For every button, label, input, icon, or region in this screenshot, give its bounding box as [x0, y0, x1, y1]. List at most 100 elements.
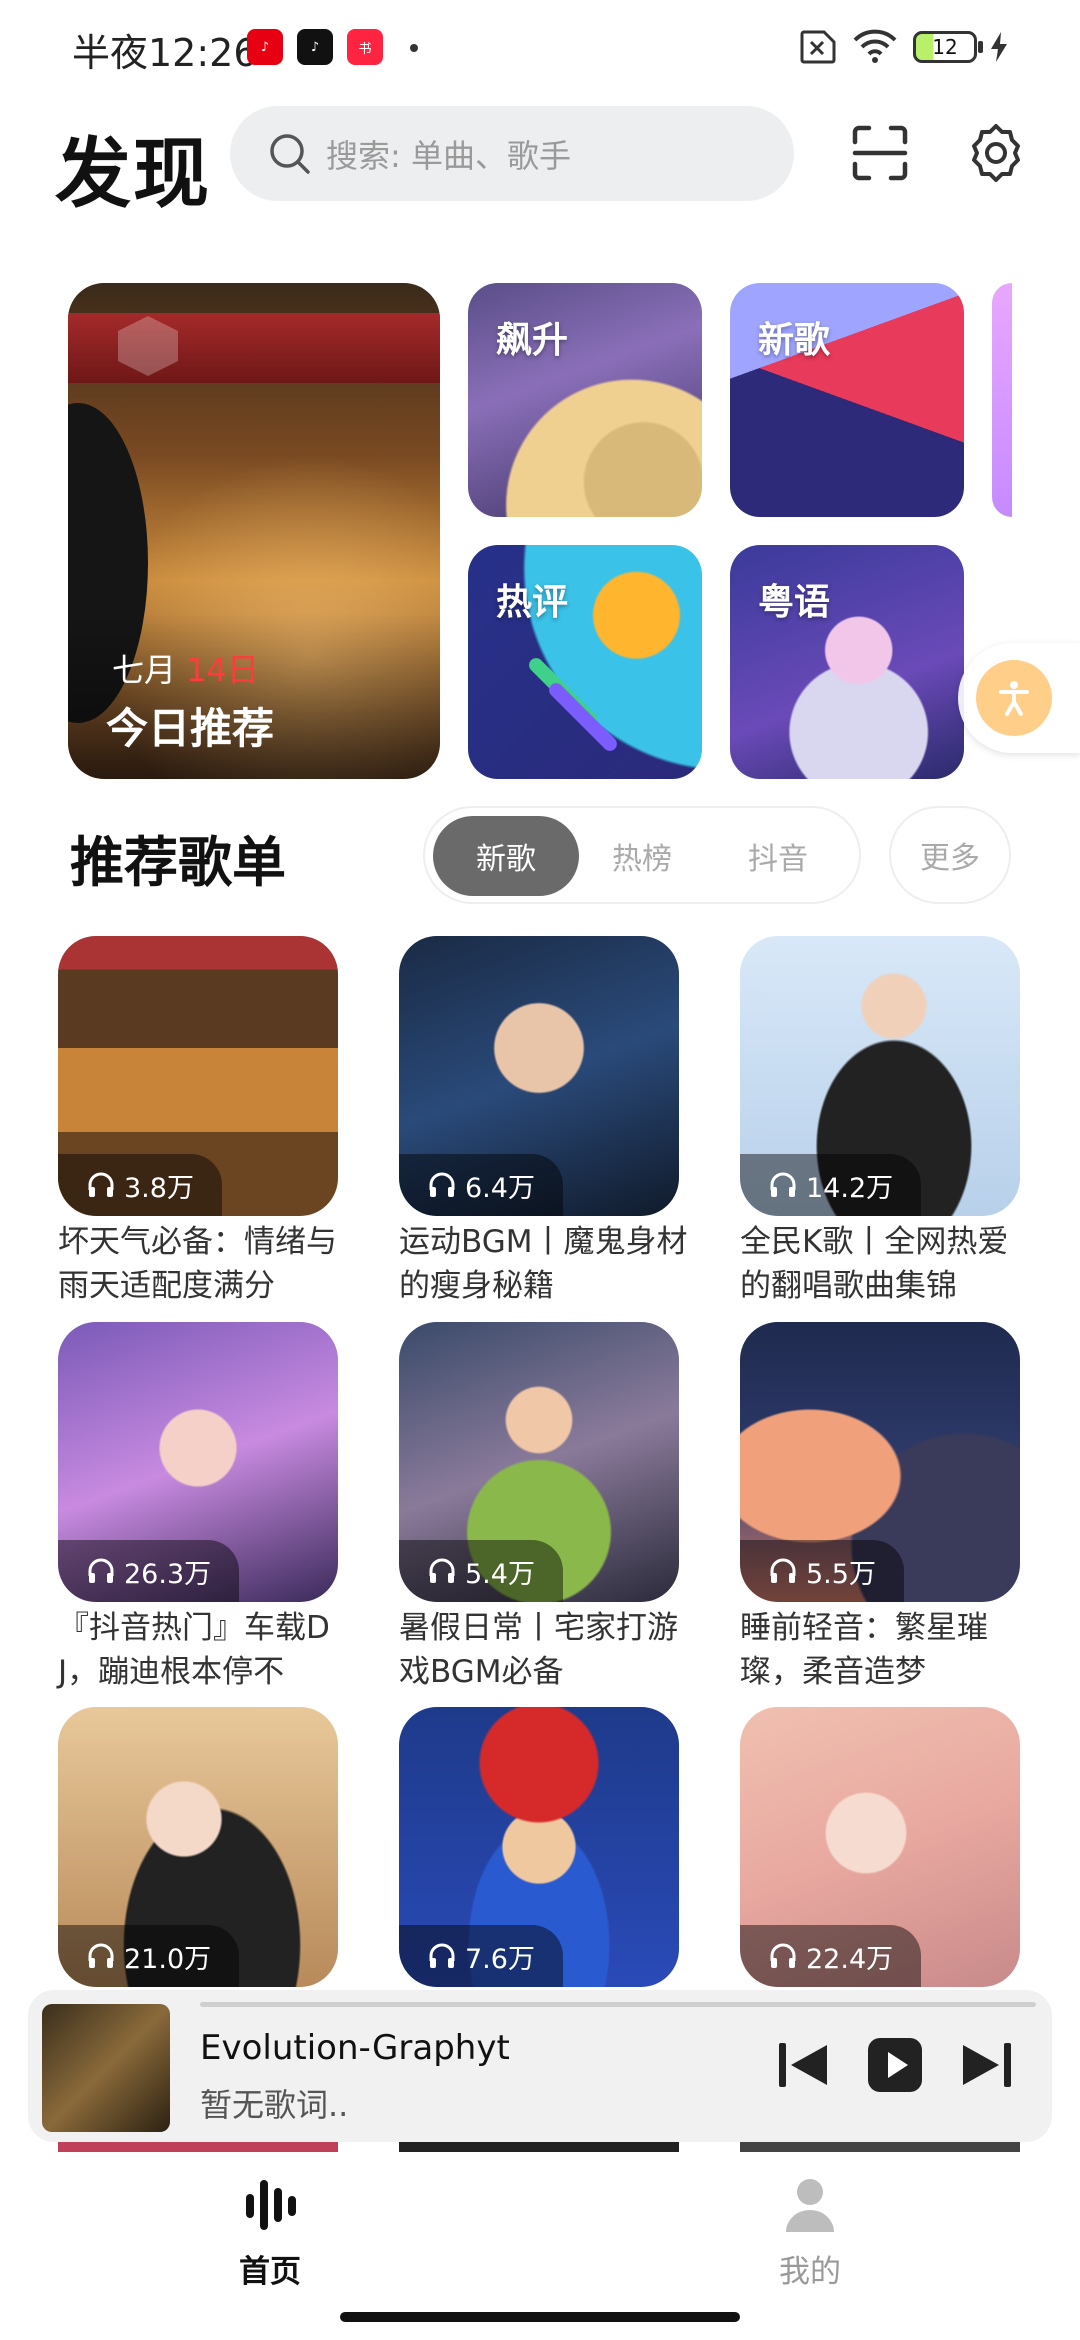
recommend-date: 七月 14日 [112, 645, 259, 691]
playlist-title: 全民K歌丨全网热爱的翻唱歌曲集锦 [740, 1224, 1009, 1304]
play-count-badge: 21.0万 [58, 1925, 240, 1987]
battery-icon: 12 [913, 31, 977, 63]
playlist-title: 运动BGM丨魔鬼身材的瘦身秘籍 [399, 1224, 688, 1304]
hot-comments-tile[interactable]: 热评 [468, 545, 702, 779]
status-time: 半夜12:26 [72, 31, 258, 75]
xiaohongshu-badge: 书 [347, 29, 383, 65]
playlist-title: 『抖音热门』车载DJ，蹦迪根本停不 [58, 1610, 330, 1690]
now-playing-cover[interactable] [42, 2004, 170, 2132]
now-playing-title: Evolution-Graphyt [200, 2028, 510, 2068]
tab-douyin[interactable]: 抖音 [705, 816, 851, 896]
playlist-card[interactable]: 5.5万 睡前轻音：繁星璀璨，柔音造梦 [740, 1322, 1020, 1742]
recommend-day: 14日 [186, 651, 259, 689]
nav-label-mine: 我的 [779, 2254, 841, 2290]
scan-button[interactable] [848, 121, 912, 185]
no-sim-icon [800, 30, 836, 64]
decor-stripe [546, 680, 620, 754]
charging-icon [991, 32, 1007, 62]
play-count-badge: 6.4万 [399, 1154, 563, 1216]
nav-label-home: 首页 [239, 2254, 301, 2290]
headphones-icon [88, 1172, 114, 1197]
previous-button[interactable] [774, 2036, 832, 2094]
accessibility-button[interactable] [976, 660, 1052, 736]
accessibility-icon [999, 681, 1029, 716]
headphones-icon [770, 1943, 796, 1968]
notification-dot-icon [410, 44, 418, 52]
next-tile-peek[interactable] [992, 283, 1012, 517]
play-count-badge: 5.5万 [740, 1540, 904, 1602]
tile-label: 粤语 [758, 582, 831, 623]
play-button[interactable] [866, 2036, 924, 2094]
playlist-card[interactable]: 5.4万 暑假日常丨宅家打游戏BGM必备 [399, 1322, 679, 1742]
headphones-icon [770, 1172, 796, 1197]
settings-button[interactable] [964, 121, 1028, 185]
next-row-peek [58, 2142, 338, 2152]
nav-tab-home[interactable]: 首页 [210, 2168, 330, 2290]
scan-icon [852, 125, 908, 181]
play-icon [868, 2038, 922, 2092]
playlist-title: 暑假日常丨宅家打游戏BGM必备 [399, 1610, 678, 1690]
search-placeholder: 搜索: 单曲、歌手 [326, 136, 571, 175]
play-count-badge: 22.4万 [740, 1925, 922, 1987]
battery-cap [978, 41, 983, 53]
netease-music-badge: ♪ [247, 29, 283, 65]
page-title: 发现 [55, 129, 211, 218]
playlist-card[interactable]: 3.8万 坏天气必备：情绪与雨天适配度满分 [58, 936, 338, 1356]
tile-label: 新歌 [758, 320, 831, 361]
wifi-icon [853, 29, 897, 63]
person-icon [786, 2179, 834, 2232]
section-title: 推荐歌单 [70, 831, 286, 894]
skip-previous-icon [779, 2043, 827, 2087]
now-playing-lyric: 暂无歌词.. [200, 2086, 349, 2124]
playlist-title: 睡前轻音：繁星璀璨，柔音造梦 [740, 1610, 988, 1690]
tile-label: 飙升 [496, 320, 569, 361]
daily-recommend-card[interactable]: 七月 14日 今日推荐 [68, 283, 440, 779]
play-count: 22.4万 [806, 1943, 894, 1975]
play-count: 6.4万 [465, 1172, 535, 1204]
play-count-badge: 3.8万 [58, 1154, 222, 1216]
play-count-badge: 14.2万 [740, 1154, 922, 1216]
more-button[interactable]: 更多 [889, 806, 1011, 904]
search-icon [270, 133, 310, 174]
playlist-card[interactable]: 26.3万 『抖音热门』车载DJ，蹦迪根本停不 [58, 1322, 338, 1742]
skip-next-icon [963, 2043, 1011, 2087]
headphones-icon [429, 1172, 455, 1197]
play-count: 7.6万 [465, 1943, 535, 1975]
tiktok-badge: ♪ [297, 29, 333, 65]
headphones-icon [770, 1558, 796, 1583]
next-row-peek [740, 2142, 1020, 2152]
next-row-peek [399, 2142, 679, 2152]
play-count: 5.4万 [465, 1558, 535, 1590]
home-indicator[interactable] [340, 2312, 740, 2322]
play-count: 21.0万 [124, 1943, 212, 1975]
playlist-card[interactable]: 14.2万 全民K歌丨全网热爱的翻唱歌曲集锦 [740, 936, 1020, 1356]
play-count: 5.5万 [806, 1558, 876, 1590]
playback-progress-bar[interactable] [200, 2002, 1036, 2007]
headphones-icon [88, 1558, 114, 1583]
headphones-icon [88, 1943, 114, 1968]
headphones-icon [429, 1558, 455, 1583]
play-count: 26.3万 [124, 1558, 212, 1590]
battery-level: 12 [932, 35, 958, 59]
chart-rising-tile[interactable]: 飙升 [468, 283, 702, 517]
nav-tab-mine[interactable]: 我的 [750, 2168, 870, 2290]
settings-icon [972, 124, 1020, 182]
tab-new-songs[interactable]: 新歌 [433, 816, 579, 896]
cantonese-tile[interactable]: 粤语 [730, 545, 964, 779]
play-count: 3.8万 [124, 1172, 194, 1204]
status-bar: 半夜12:26 ♪ ♪ 书 12 [0, 0, 1080, 96]
play-count-badge: 7.6万 [399, 1925, 563, 1987]
mini-player[interactable]: Evolution-Graphyt 暂无歌词.. [28, 1990, 1052, 2142]
playlist-title: 坏天气必备：情绪与雨天适配度满分 [58, 1224, 337, 1304]
tile-label: 热评 [496, 582, 569, 623]
next-button[interactable] [958, 2036, 1016, 2094]
new-songs-tile[interactable]: 新歌 [730, 283, 964, 517]
play-count-badge: 5.4万 [399, 1540, 563, 1602]
playlist-card[interactable]: 6.4万 运动BGM丨魔鬼身材的瘦身秘籍 [399, 936, 688, 1356]
playlist-segmented-control: 新歌 热榜 抖音 [423, 806, 861, 904]
waveform-icon [246, 2180, 296, 2230]
tab-hot-chart[interactable]: 热榜 [569, 816, 715, 896]
play-count-badge: 26.3万 [58, 1540, 240, 1602]
recommend-month: 七月 [112, 651, 177, 689]
search-input[interactable]: 搜索: 单曲、歌手 [230, 106, 794, 201]
